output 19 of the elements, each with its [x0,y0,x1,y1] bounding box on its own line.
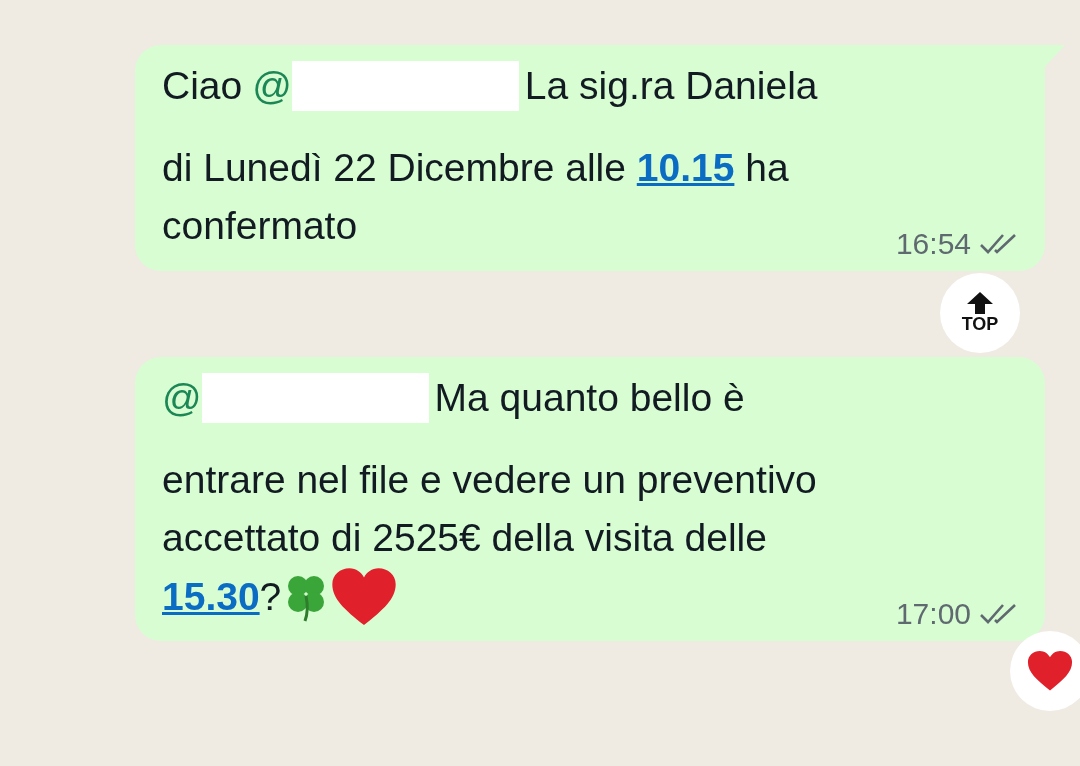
message-time: 17:00 [895,597,971,631]
mention[interactable]: @ [252,64,292,108]
message-text: ? [259,573,282,620]
message-text: Ma quanto bello è [434,376,745,420]
scroll-top-button[interactable]: TOP [940,273,1020,353]
time-link[interactable]: 15.30 [162,567,260,626]
message-text: entrare nel file e vedere un preventivo [162,457,817,503]
heart-icon [1027,650,1073,692]
time-link[interactable]: 10.15 [636,139,735,197]
heart-icon [331,567,398,627]
up-arrow-icon [967,291,993,314]
message-text: confermato [162,203,358,249]
message-text: ha [744,145,789,191]
message-text: La sig.ra Daniela [524,64,818,108]
mention[interactable]: @ [162,376,202,420]
message-text: di Lunedì 22 Dicembre alle [162,145,627,191]
message-text: accettato di 2525€ della visita delle [162,515,767,561]
message-text: Ciao [162,64,243,108]
message-time: 16:54 [895,227,971,261]
